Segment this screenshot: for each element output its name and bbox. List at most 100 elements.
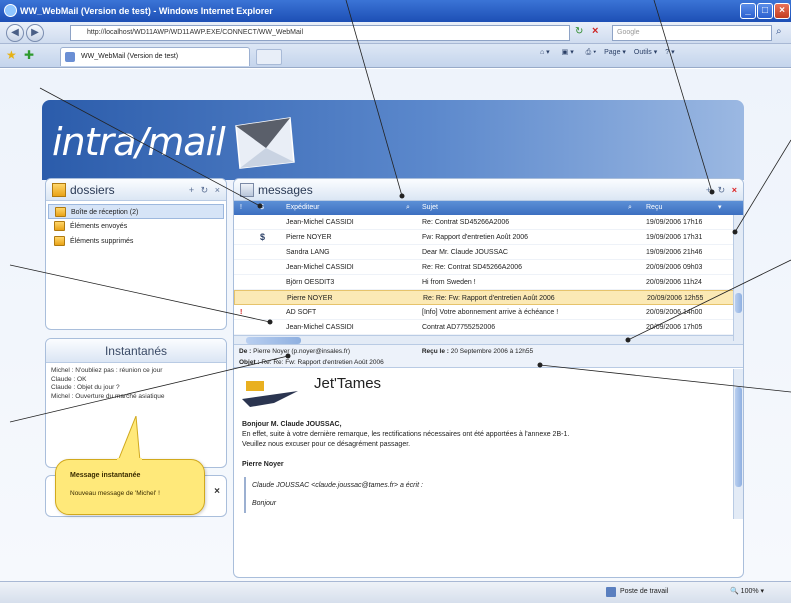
jet-logo-icon — [242, 381, 298, 407]
instant-line: Michel : N'oubliez pas : réunion ce jour — [51, 367, 163, 374]
message-row[interactable]: Sandra LANG Dear Mr. Claude JOUSSAC 19/0… — [234, 245, 743, 260]
folder-deleted[interactable]: Éléments supprimés — [48, 234, 224, 249]
messages-refresh-icon[interactable]: ↻ — [718, 185, 726, 195]
row-sender: Pierre NOYER — [287, 295, 333, 302]
notification-title: Message instantanée — [70, 472, 141, 479]
messages-column-header: ! $ Expéditeur ⌕ Sujet ⌕ Reçu ▾ — [234, 201, 743, 215]
from-value: Pierre Noyer (p.noyer@insales.fr) — [253, 348, 351, 355]
folder-label: Boîte de réception (2) — [71, 209, 139, 216]
col-subject-header[interactable]: Sujet — [422, 201, 438, 215]
back-button[interactable]: ◀ — [6, 24, 24, 42]
maximize-button[interactable]: □ — [757, 3, 773, 19]
browser-tab[interactable]: WW_WebMail (Version de test) — [60, 47, 250, 66]
feeds-icon[interactable]: ▣ ▾ — [562, 49, 574, 56]
folder-inbox[interactable]: Boîte de réception (2) — [48, 204, 224, 219]
row-date: 20/09/2006 11h24 — [646, 279, 702, 286]
col-sender-header[interactable]: Expéditeur — [286, 201, 319, 215]
search-icon[interactable]: ⌕ — [776, 26, 782, 37]
envelope-logo-icon — [235, 117, 295, 169]
subject-search-icon[interactable]: ⌕ — [628, 201, 632, 215]
messages-vscrollbar[interactable] — [733, 215, 743, 341]
zoom-control[interactable]: 🔍 100% ▾ — [730, 582, 764, 602]
preview-vscroll-thumb[interactable] — [735, 387, 742, 487]
col-received-header[interactable]: Reçu — [646, 201, 662, 215]
folders-close-icon[interactable]: × — [215, 185, 220, 195]
message-row-selected[interactable]: Pierre NOYER Re: Re: Fw: Rapport d'entre… — [234, 290, 743, 305]
sender-search-icon[interactable]: ⌕ — [406, 201, 410, 215]
folders-add-icon[interactable]: + — [189, 185, 194, 195]
forward-button[interactable]: ▶ — [26, 24, 44, 42]
folder-label: Éléments supprimés — [70, 238, 134, 245]
body-line-2: Veuillez nous excuser pour ce désagrémen… — [242, 441, 411, 448]
greeting: Bonjour M. Claude JOUSSAC, — [242, 421, 342, 428]
chat-close-icon[interactable]: × — [214, 486, 220, 497]
folder-list: Boîte de réception (2) Éléments envoyés … — [46, 201, 226, 252]
notification-text: Nouveau message de 'Michel' ! — [70, 490, 160, 497]
messages-tools: + ↻ × — [706, 179, 737, 201]
row-subject: [Info] Votre abonnement arrive à échéanc… — [422, 309, 559, 316]
hscroll-thumb[interactable] — [246, 337, 301, 344]
row-subject: Hi from Sweden ! — [422, 279, 476, 286]
received-label: Reçu le : — [421, 348, 449, 355]
message-row[interactable]: ! AD SOFT [Info] Votre abonnement arrive… — [234, 305, 743, 320]
folders-title: dossiers — [70, 183, 115, 197]
vscroll-thumb[interactable] — [735, 293, 742, 313]
help-icon[interactable]: ? ▾ — [665, 49, 674, 56]
folder-icon — [54, 221, 65, 231]
message-row[interactable]: Jean-Michel CASSIDI Re: Re: Contrat SD45… — [234, 260, 743, 275]
folder-sent[interactable]: Éléments envoyés — [48, 219, 224, 234]
tab-favicon — [65, 52, 75, 62]
message-preview: Jet'Tames Bonjour M. Claude JOUSSAC, En … — [234, 369, 743, 519]
new-tab-button[interactable] — [256, 49, 282, 65]
folder-icon — [54, 236, 65, 246]
row-subject: Dear Mr. Claude JOUSSAC — [422, 249, 508, 256]
app-banner: intra/mail — [42, 100, 744, 180]
command-bar: ⌂ ▾ ▣ ▾ ⎙ ▾ Page ▾ Outils ▾ ? ▾ — [540, 48, 675, 57]
add-favorites-icon[interactable]: ✚ — [24, 48, 34, 62]
row-sender: Jean-Michel CASSIDI — [286, 324, 354, 331]
from-label: De : — [239, 348, 252, 355]
message-row[interactable]: Jean-Michel CASSIDI Re: Contrat SD45266A… — [234, 215, 743, 230]
url-field[interactable]: http://localhost/WD11AWP/WD11AWP.EXE/CON… — [70, 25, 570, 41]
row-date: 20/09/2006 09h03 — [646, 264, 703, 271]
url-text: http://localhost/WD11AWP/WD11AWP.EXE/CON… — [87, 29, 304, 36]
row-sender: Pierre NOYER — [286, 234, 332, 241]
instant-header: Instantanés — [46, 339, 226, 363]
message-row[interactable]: Jean-Michel CASSIDI Contrat AD7755252006… — [234, 320, 743, 335]
instant-line: Michel : Ouverture du marché asiatique — [51, 392, 165, 400]
messages-close-icon[interactable]: × — [732, 185, 737, 195]
tools-menu[interactable]: Outils ▾ — [634, 49, 657, 56]
close-button[interactable]: × — [774, 3, 790, 19]
subject-label: Objet : — [239, 359, 260, 366]
messages-table: ! $ Expéditeur ⌕ Sujet ⌕ Reçu ▾ Jean-Mic… — [234, 201, 743, 345]
search-input[interactable]: Google — [612, 25, 772, 41]
folder-warning-icon — [52, 183, 66, 197]
favorites-star-icon[interactable]: ★ — [6, 48, 17, 62]
folders-refresh-icon[interactable]: ↻ — [201, 185, 209, 195]
zoom-value: 100% — [740, 588, 759, 595]
row-date: 20/09/2006 12h55 — [647, 295, 704, 302]
preview-vscrollbar[interactable] — [733, 369, 743, 519]
message-row[interactable]: $ Pierre NOYER Fw: Rapport d'entretien A… — [234, 230, 743, 245]
row-date: 19/09/2006 21h46 — [646, 249, 703, 256]
col-urgent-header[interactable]: ! — [240, 201, 242, 215]
page-menu[interactable]: Page ▾ — [604, 49, 626, 56]
sort-desc-icon[interactable]: ▾ — [718, 201, 722, 215]
home-icon[interactable]: ⌂ ▾ — [540, 49, 550, 56]
status-bar: Poste de travail 🔍 100% ▾ — [0, 581, 791, 603]
app-logo: intra/mail — [52, 120, 226, 164]
messages-add-icon[interactable]: + — [706, 185, 711, 195]
row-sender: Jean-Michel CASSIDI — [286, 264, 354, 271]
body-line-1: En effet, suite à votre dernière remarqu… — [242, 431, 570, 438]
notification-bubble[interactable]: Message instantanée Nouveau message de '… — [55, 459, 205, 515]
row-date: 19/09/2006 17h16 — [646, 219, 703, 226]
print-icon[interactable]: ⎙ ▾ — [586, 49, 597, 56]
message-row[interactable]: Björn OESDIT3 Hi from Sweden ! 20/09/200… — [234, 275, 743, 290]
row-subject: Re: Contrat SD45266A2006 — [422, 219, 510, 226]
col-money-header[interactable]: $ — [260, 201, 264, 215]
stop-icon[interactable]: × — [592, 25, 598, 37]
messages-panel: messages + ↻ × ! $ Expéditeur ⌕ Sujet ⌕ … — [233, 178, 744, 578]
minimize-button[interactable]: _ — [740, 3, 756, 19]
row-sender: AD SOFT — [286, 309, 317, 316]
refresh-icon[interactable]: ↻ — [575, 26, 583, 37]
